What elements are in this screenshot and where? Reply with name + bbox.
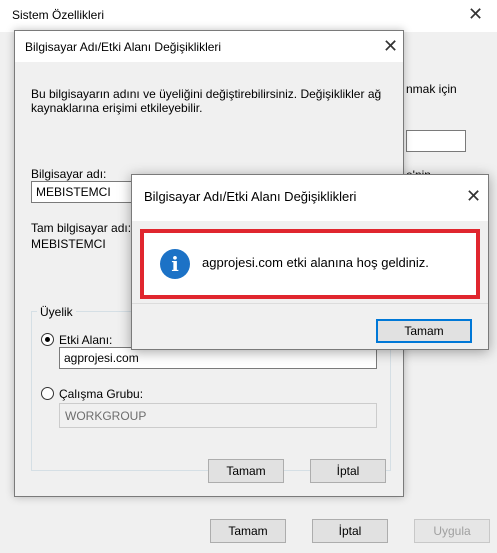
computer-name-label: Bilgisayar adı: bbox=[31, 167, 107, 181]
welcome-ok-button[interactable]: Tamam bbox=[376, 319, 472, 343]
welcome-dialog-titlebar: Bilgisayar Adı/Etki Alanı Değişiklikleri… bbox=[132, 175, 488, 221]
domain-input[interactable]: agprojesi.com bbox=[59, 347, 377, 369]
close-icon[interactable]: ✕ bbox=[466, 187, 481, 205]
membership-legend: Üyelik bbox=[37, 305, 76, 319]
system-apply-button: Uygula bbox=[414, 519, 490, 543]
welcome-dialog-title: Bilgisayar Adı/Etki Alanı Değişiklikleri bbox=[144, 189, 357, 204]
domain-label[interactable]: Etki Alanı: bbox=[59, 333, 112, 347]
info-icon: i bbox=[160, 249, 190, 279]
workgroup-radio[interactable] bbox=[41, 387, 54, 400]
full-computer-name-value: MEBISTEMCI bbox=[31, 237, 106, 251]
system-properties-titlebar: Sistem Özellikleri ✕ bbox=[0, 0, 497, 32]
welcome-message-dialog: Bilgisayar Adı/Etki Alanı Değişiklikleri… bbox=[131, 174, 489, 350]
workgroup-input: WORKGROUP bbox=[59, 403, 377, 428]
full-computer-name-label: Tam bilgisayar adı: bbox=[31, 221, 132, 235]
dialog-divider bbox=[132, 303, 488, 304]
welcome-message: agprojesi.com etki alanına hoş geldiniz. bbox=[202, 255, 429, 270]
workgroup-label[interactable]: Çalışma Grubu: bbox=[59, 387, 143, 401]
close-icon[interactable]: ✕ bbox=[383, 37, 398, 55]
system-cancel-button[interactable]: İptal bbox=[312, 519, 388, 543]
computer-name-changes-title: Bilgisayar Adı/Etki Alanı Değişiklikleri bbox=[25, 40, 222, 54]
close-icon[interactable]: ✕ bbox=[468, 5, 483, 23]
dialog-ok-button[interactable]: Tamam bbox=[208, 459, 284, 483]
system-properties-title: Sistem Özellikleri bbox=[12, 8, 105, 22]
system-ok-button[interactable]: Tamam bbox=[210, 519, 286, 543]
dialog-description: Bu bilgisayarın adını ve üyeliğini değiş… bbox=[31, 87, 382, 115]
partial-description-text: nmak için bbox=[406, 82, 457, 96]
message-highlight-box: i agprojesi.com etki alanına hoş geldini… bbox=[140, 229, 480, 299]
dialog-cancel-button[interactable]: İptal bbox=[310, 459, 386, 483]
domain-radio[interactable] bbox=[41, 333, 54, 346]
partial-input-field bbox=[406, 130, 466, 152]
computer-name-changes-titlebar: Bilgisayar Adı/Etki Alanı Değişiklikleri… bbox=[15, 31, 403, 62]
